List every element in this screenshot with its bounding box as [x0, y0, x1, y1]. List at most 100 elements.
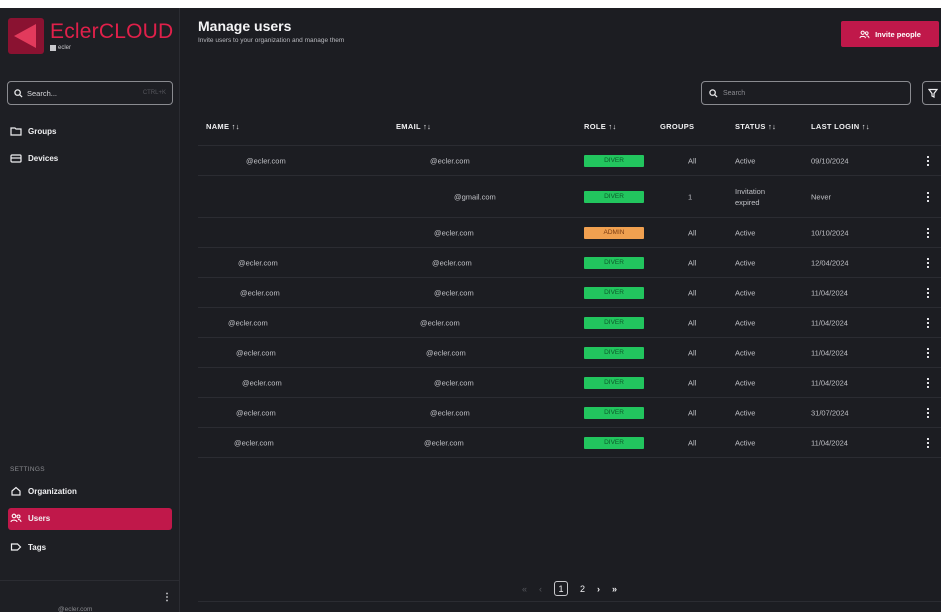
row-actions-kebab-icon[interactable]: [926, 227, 930, 239]
row-actions-kebab-icon[interactable]: [926, 257, 930, 269]
next-page-button[interactable]: ›: [597, 584, 600, 594]
user-groups: All: [688, 228, 697, 237]
user-groups: All: [688, 438, 697, 447]
last-page-button[interactable]: »: [612, 584, 617, 594]
tag-icon: [10, 543, 22, 551]
page-button[interactable]: 2: [580, 584, 585, 594]
table-row[interactable]: @ecler.com @ecler.com DIVER All Active 11/04/…: [198, 308, 941, 338]
column-header-email[interactable]: EMAIL ↑↓: [396, 122, 431, 131]
table-header: NAME ↑↓ EMAIL ↑↓ ROLE ↑↓ GROUPS STATUS ↑…: [198, 114, 941, 146]
row-actions-kebab-icon[interactable]: [926, 287, 930, 299]
prev-page-button[interactable]: ‹: [539, 584, 542, 594]
user-name: @ecler.com: [236, 408, 276, 417]
filter-button[interactable]: [922, 81, 941, 105]
invite-people-button[interactable]: Invite people: [841, 21, 939, 47]
search-icon: [709, 88, 718, 98]
users-search-input[interactable]: Search: [701, 81, 911, 105]
table-row[interactable]: @gmail.com DIVER 1 Invitation expired Never: [198, 176, 941, 218]
user-email: @gmail.com: [454, 192, 496, 201]
user-name: @ecler.com: [238, 258, 278, 267]
row-actions-kebab-icon[interactable]: [926, 347, 930, 359]
app-window: EclerCLOUD ecler Search... CTRL+K Groups…: [0, 8, 941, 613]
row-actions-kebab-icon[interactable]: [926, 377, 930, 389]
user-last-login: 09/10/2024: [811, 156, 849, 165]
user-groups: All: [688, 348, 697, 357]
folder-icon: [10, 127, 22, 136]
user-last-login: 11/04/2024: [811, 288, 848, 297]
user-status: Invitation expired: [735, 186, 765, 208]
table-row[interactable]: @ecler.com @ecler.com DIVER All Active 12/04/…: [198, 248, 941, 278]
row-actions-kebab-icon[interactable]: [926, 317, 930, 329]
user-groups: All: [688, 288, 697, 297]
role-badge: DIVER: [584, 286, 644, 299]
page-button-current[interactable]: 1: [553, 581, 568, 596]
logo-title: EclerCLOUD: [50, 20, 174, 43]
sidebar-item-organization[interactable]: Organization: [10, 486, 77, 496]
table-row[interactable]: @ecler.com @ecler.com DIVER All Active 11/04/…: [198, 368, 941, 398]
sidebar-item-label: Tags: [28, 542, 47, 552]
user-name: @ecler.com: [234, 438, 274, 447]
user-email: @ecler.com: [426, 348, 466, 357]
user-email: @ecler.com: [430, 408, 470, 417]
user-email: @ecler.com: [430, 156, 470, 165]
user-status: Active: [735, 228, 756, 237]
user-email: @ecler.com: [434, 228, 474, 237]
user-status: Active: [735, 156, 756, 165]
column-header-name[interactable]: NAME ↑↓: [206, 122, 240, 131]
table-row[interactable]: @ecler.com @ecler.com DIVER All Active 31/07/…: [198, 398, 941, 428]
user-last-login: 12/04/2024: [811, 258, 849, 267]
user-status: Active: [735, 258, 756, 267]
column-header-role[interactable]: ROLE ↑↓: [584, 122, 617, 131]
column-header-last-login[interactable]: LAST LOGIN ↑↓: [811, 122, 870, 131]
role-badge: DIVER: [584, 436, 644, 449]
table-row[interactable]: @ecler.com @ecler.com DIVER All Active 11/04/…: [198, 428, 941, 458]
table-row[interactable]: @ecler.com ADMIN All Active 10/10/2024: [198, 218, 941, 248]
logo-sub: ecler: [50, 45, 173, 51]
user-status: Active: [735, 438, 756, 447]
user-last-login: 10/10/2024: [811, 228, 849, 237]
invite-people-label: Invite people: [875, 29, 921, 39]
user-name: @ecler.com: [242, 378, 282, 387]
column-header-groups: GROUPS: [660, 122, 695, 131]
user-last-login: Never: [811, 192, 832, 201]
status-line: Invitation: [735, 186, 766, 196]
user-groups: All: [688, 258, 697, 267]
user-menu-kebab-icon[interactable]: ⋮: [162, 592, 172, 603]
row-actions-kebab-icon[interactable]: [926, 437, 930, 449]
role-badge: ADMIN: [584, 226, 644, 239]
sidebar-item-groups[interactable]: Groups: [10, 126, 56, 136]
user-status: Active: [735, 348, 756, 357]
table-row[interactable]: @ecler.com @ecler.com DIVER All Active 11/04/…: [198, 338, 941, 368]
search-shortcut: CTRL+K: [142, 90, 166, 96]
sidebar: EclerCLOUD ecler Search... CTRL+K Groups…: [0, 8, 180, 613]
role-badge: DIVER: [584, 406, 644, 419]
table-row[interactable]: @ecler.com @ecler.com DIVER All Active 09/10/…: [198, 146, 941, 176]
users-search-placeholder: Search: [723, 89, 746, 97]
user-last-login: 11/04/2024: [811, 348, 848, 357]
user-status: Active: [735, 318, 756, 327]
table-row[interactable]: @ecler.com @ecler.com DIVER All Active 11/04/…: [198, 278, 941, 308]
row-actions-kebab-icon[interactable]: [926, 191, 930, 203]
sidebar-item-users[interactable]: Users: [10, 513, 50, 523]
ecler-logo[interactable]: EclerCLOUD ecler: [8, 18, 173, 54]
status-line: expired: [735, 197, 760, 207]
user-last-login: 11/04/2024: [811, 318, 848, 327]
sidebar-search-input[interactable]: Search... CTRL+K: [7, 81, 173, 105]
sidebar-item-devices[interactable]: Devices: [10, 153, 58, 163]
users-icon: [859, 30, 870, 38]
pagination: « ‹ 1 2 › »: [198, 576, 941, 602]
row-actions-kebab-icon[interactable]: [926, 155, 930, 167]
column-header-status[interactable]: STATUS ↑↓: [735, 122, 776, 131]
user-status: Active: [735, 408, 756, 417]
first-page-button[interactable]: «: [522, 584, 527, 594]
sidebar-item-label: Users: [28, 513, 51, 523]
row-actions-kebab-icon[interactable]: [926, 407, 930, 419]
role-badge: DIVER: [584, 154, 644, 167]
settings-section-label: SETTINGS: [10, 466, 45, 473]
filter-icon: [928, 88, 938, 98]
search-icon: [14, 88, 23, 98]
page-subtitle: Invite users to your organization and ma…: [198, 37, 345, 44]
user-last-login: 11/04/2024: [811, 378, 848, 387]
sidebar-item-label: Groups: [28, 126, 57, 136]
sidebar-item-tags[interactable]: Tags: [10, 542, 46, 552]
